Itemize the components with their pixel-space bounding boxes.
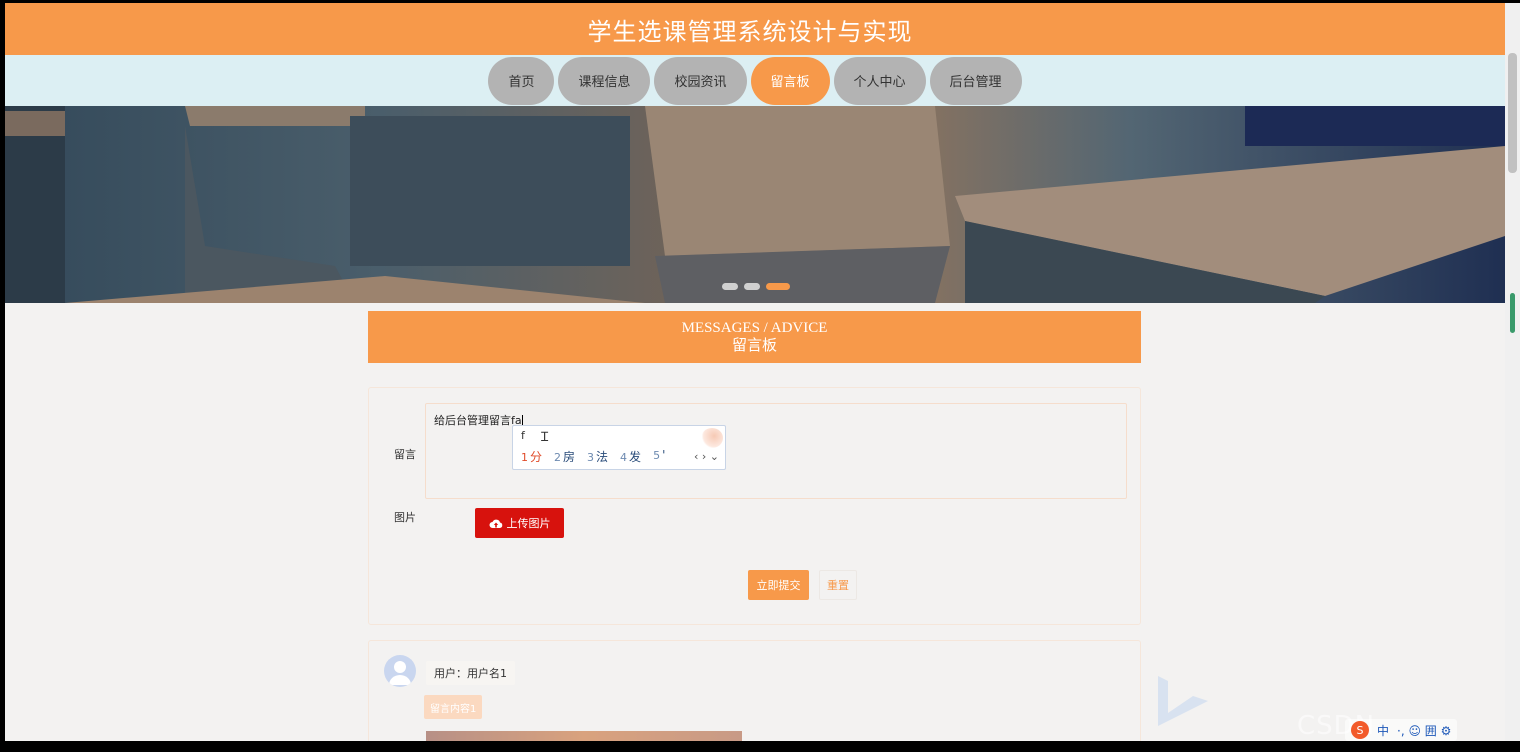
upload-image-label: 上传图片 xyxy=(506,517,551,530)
message-text: 给后台管理留言fa xyxy=(434,414,522,427)
scrollbar-thumb[interactable] xyxy=(1508,53,1517,173)
cloud-upload-icon xyxy=(489,519,502,528)
nav-item-home[interactable]: 首页 xyxy=(488,56,555,105)
nav-item-campus-news[interactable]: 校园资讯 xyxy=(654,56,747,105)
ime-candidate-popup: f Ɪ 1分 2房 3法 4发 5 ' ‹ › ⌄ xyxy=(512,425,726,470)
message-content: 留言内容1 xyxy=(424,695,483,719)
nav-item-profile[interactable]: 个人中心 xyxy=(833,56,926,105)
message-form: 留言 给后台管理留言fa f Ɪ 1分 2房 3法 4发 5 ' ‹ › ⌄ 图片… xyxy=(368,387,1141,625)
carousel-indicators xyxy=(722,283,790,290)
ime-candidate[interactable]: 4发 xyxy=(620,448,641,465)
ime-status-icons[interactable]: ·, ☺ 囲 ⚙ xyxy=(1397,722,1451,739)
nav-item-admin[interactable]: 后台管理 xyxy=(929,56,1022,105)
ime-candidate[interactable]: 5 ' xyxy=(653,448,665,465)
browser-viewport: 学生选课管理系统设计与实现 首页 课程信息 校园资讯 留言板 个人中心 后台管理 xyxy=(5,3,1505,741)
ime-language-indicator[interactable]: 中 xyxy=(1377,722,1389,739)
carousel-dot-2[interactable] xyxy=(744,283,760,290)
upload-image-button[interactable]: 上传图片 xyxy=(475,508,564,538)
reset-button[interactable]: 重置 xyxy=(819,570,857,600)
carousel-dot-3[interactable] xyxy=(766,283,790,290)
ime-pinyin: f xyxy=(521,429,525,442)
scroll-marker xyxy=(1510,293,1515,333)
nav-item-courses[interactable]: 课程信息 xyxy=(558,56,651,105)
ime-candidate-list: 1分 2房 3法 4发 5 ' xyxy=(521,448,665,465)
message-image xyxy=(426,731,742,741)
vertical-scrollbar[interactable] xyxy=(1505,3,1520,741)
ime-skin-icon xyxy=(701,428,723,448)
carousel-dot-1[interactable] xyxy=(722,283,738,290)
text-cursor-icon: Ɪ xyxy=(541,430,549,445)
main-nav: 首页 课程信息 校园资讯 留言板 个人中心 后台管理 xyxy=(5,55,1505,106)
banner-carousel xyxy=(5,106,1505,303)
image-label: 图片 xyxy=(394,511,416,524)
ime-candidate[interactable]: 3法 xyxy=(587,448,608,465)
site-header: 学生选课管理系统设计与实现 xyxy=(5,3,1505,55)
video-overlay-logo-icon xyxy=(1158,676,1208,726)
site-title: 学生选课管理系统设计与实现 xyxy=(587,17,913,46)
submit-button[interactable]: 立即提交 xyxy=(748,570,809,600)
classroom-banner-image xyxy=(5,106,1505,303)
user-avatar-icon xyxy=(384,655,416,687)
message-list-item: 用户：用户名1 留言内容1 xyxy=(368,640,1141,741)
sogou-logo-icon: S xyxy=(1351,721,1369,739)
ime-candidate[interactable]: 1分 xyxy=(521,448,542,465)
heading-chinese: 留言板 xyxy=(731,338,777,354)
ime-page-arrows[interactable]: ‹ › ⌄ xyxy=(694,450,719,463)
nav-item-message-board[interactable]: 留言板 xyxy=(750,56,830,105)
ime-status-bar: S 中 ·, ☺ 囲 ⚙ xyxy=(1345,719,1458,741)
ime-candidate[interactable]: 2房 xyxy=(554,448,575,465)
message-username: 用户：用户名1 xyxy=(426,661,515,685)
heading-english: MESSAGES / ADVICE xyxy=(681,320,828,336)
message-board-heading: MESSAGES / ADVICE 留言板 xyxy=(368,311,1141,363)
message-label: 留言 xyxy=(394,448,416,461)
